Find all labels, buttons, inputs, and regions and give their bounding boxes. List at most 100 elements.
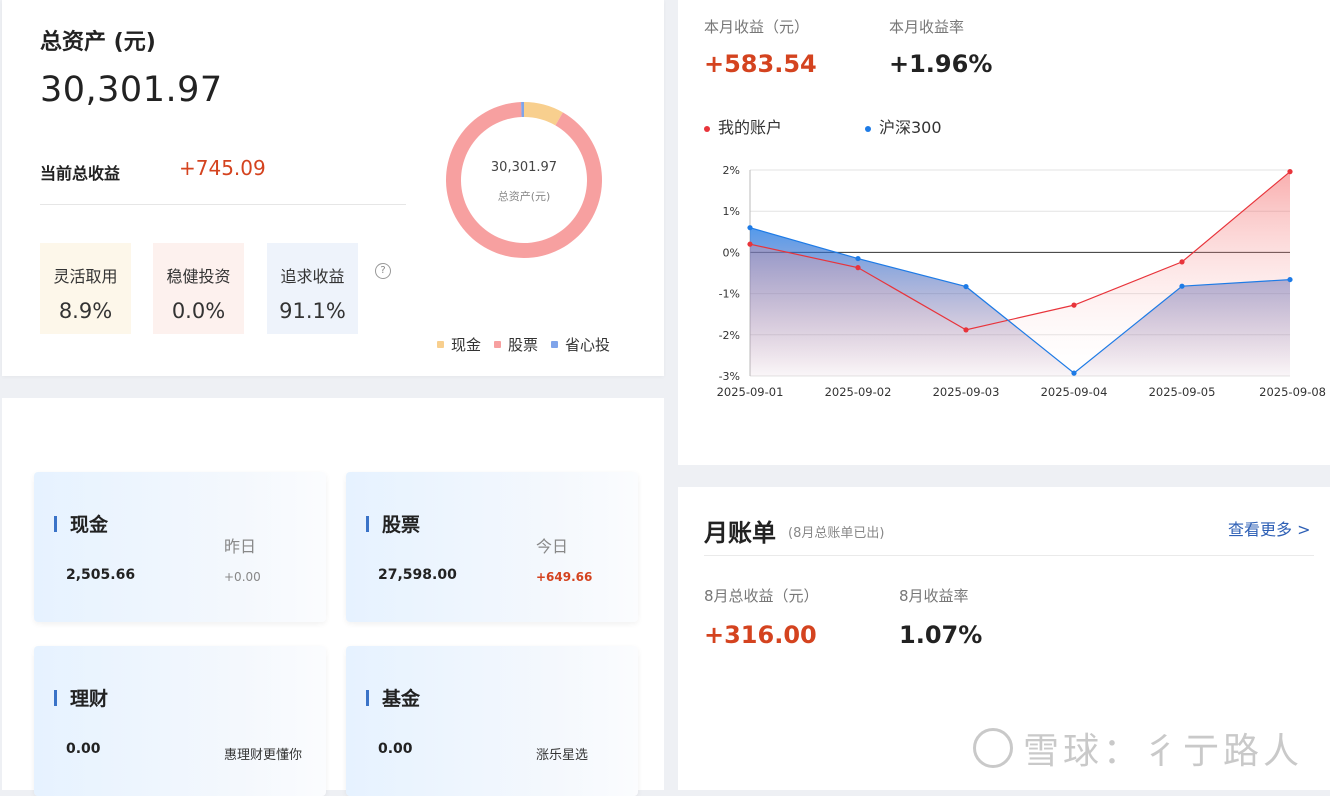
position-card-fund[interactable]: 基金 0.00 涨乐星选 bbox=[346, 646, 638, 796]
position-name: 理财 bbox=[70, 688, 109, 710]
position-name: 现金 bbox=[70, 514, 109, 536]
legend-swatch bbox=[551, 341, 558, 348]
data-point[interactable] bbox=[963, 327, 969, 333]
donut-slice-0 bbox=[524, 102, 563, 126]
donut-center-value: 30,301.97 bbox=[490, 160, 558, 175]
allocation-pct: 0.0% bbox=[171, 299, 226, 323]
month-income-value: +583.54 bbox=[704, 50, 817, 78]
legend-item-csi300[interactable]: 沪深300 bbox=[865, 114, 942, 138]
position-amount: 0.00 bbox=[66, 741, 101, 757]
legend-label: 我的账户 bbox=[718, 118, 783, 137]
legend-item-easy-invest: 省心投 bbox=[551, 334, 610, 355]
total-assets-card: 总资产 (元) 30,301.97 当前总收益 +745.09 灵活取用 8.9… bbox=[2, 0, 664, 376]
position-tag: 今日 bbox=[536, 537, 569, 556]
allocation-growth[interactable]: 追求收益 91.1% bbox=[267, 243, 358, 334]
bill-subtitle: (8月总账单已出) bbox=[788, 526, 885, 541]
series-area-0 bbox=[750, 171, 1290, 376]
position-name: 基金 bbox=[382, 688, 421, 710]
legend-label: 省心投 bbox=[565, 336, 611, 354]
help-icon[interactable]: ? bbox=[375, 263, 391, 279]
legend-label: 股票 bbox=[508, 336, 539, 354]
month-rate-label: 本月收益率 bbox=[889, 18, 965, 36]
position-card-cash[interactable]: 现金 昨日 2,505.66 +0.00 bbox=[34, 472, 326, 622]
allocation-name: 灵活取用 bbox=[53, 267, 118, 286]
accent-bar bbox=[366, 690, 369, 706]
bill-income-value: +316.00 bbox=[704, 621, 817, 649]
current-profit-value: +745.09 bbox=[179, 156, 266, 180]
y-tick-label: 1% bbox=[723, 205, 740, 218]
bill-income-label: 8月总收益（元） bbox=[704, 587, 819, 605]
legend-swatch bbox=[494, 341, 501, 348]
data-point[interactable] bbox=[1179, 283, 1185, 289]
total-assets-title: 总资产 (元) bbox=[40, 30, 156, 55]
allocation-steady[interactable]: 稳健投资 0.0% bbox=[153, 243, 244, 334]
bill-rate-label: 8月收益率 bbox=[899, 587, 969, 605]
data-point[interactable] bbox=[1179, 259, 1185, 265]
allocation-name: 追求收益 bbox=[280, 267, 345, 286]
watermark-logo-icon bbox=[973, 728, 1013, 768]
y-tick-label: -2% bbox=[719, 329, 740, 342]
position-card-wealth[interactable]: 理财 0.00 惠理财更懂你 bbox=[34, 646, 326, 796]
data-point[interactable] bbox=[1071, 370, 1077, 376]
position-name: 股票 bbox=[382, 514, 421, 536]
legend-dot bbox=[704, 125, 710, 132]
position-card-stock[interactable]: 股票 今日 27,598.00 +649.66 bbox=[346, 472, 638, 622]
monthly-performance-card: 本月收益（元） +583.54 本月收益率 +1.96% 我的账户 沪深300 … bbox=[678, 0, 1330, 465]
return-line-chart: 2% 1% 0% -1% -2% -3% 2025-09-01 2025-09-02 2025… bbox=[717, 164, 1326, 399]
allocation-pct: 8.9% bbox=[58, 299, 113, 323]
positions-card: 现金 昨日 2,505.66 +0.00 股票 今日 27,598.00 +64… bbox=[2, 398, 664, 796]
position-change: +0.00 bbox=[224, 570, 261, 584]
x-tick-label: 2025-09-08 bbox=[1259, 385, 1326, 399]
legend-item-stock: 股票 bbox=[494, 334, 538, 355]
data-point[interactable] bbox=[1071, 302, 1077, 308]
view-more-link[interactable]: 查看更多 > bbox=[1228, 516, 1311, 540]
data-point[interactable] bbox=[1287, 276, 1293, 283]
position-change: +649.66 bbox=[536, 570, 593, 584]
y-tick-label: -1% bbox=[719, 288, 740, 301]
position-note: 涨乐星选 bbox=[536, 748, 589, 763]
x-tick-label: 2025-09-02 bbox=[825, 385, 892, 399]
total-assets-value: 30,301.97 bbox=[40, 70, 223, 110]
accent-bar bbox=[54, 516, 57, 532]
data-point[interactable] bbox=[855, 265, 861, 271]
data-point[interactable] bbox=[747, 225, 753, 231]
asset-donut-chart bbox=[446, 102, 602, 258]
bill-title: 月账单 bbox=[704, 519, 776, 547]
position-amount: 27,598.00 bbox=[378, 567, 457, 583]
accent-bar bbox=[366, 516, 369, 532]
legend-item-my-account[interactable]: 我的账户 bbox=[704, 114, 782, 138]
divider bbox=[704, 555, 1314, 556]
current-profit-label: 当前总收益 bbox=[40, 164, 121, 183]
donut-slice-1 bbox=[446, 102, 602, 258]
position-amount: 2,505.66 bbox=[66, 567, 136, 583]
x-tick-label: 2025-09-03 bbox=[933, 385, 1000, 399]
position-tag: 昨日 bbox=[224, 537, 257, 556]
position-amount: 0.00 bbox=[378, 741, 413, 757]
allocation-flexible[interactable]: 灵活取用 8.9% bbox=[40, 243, 131, 334]
data-point[interactable] bbox=[963, 283, 969, 290]
legend-dot bbox=[865, 125, 871, 132]
legend-item-cash: 现金 bbox=[437, 334, 481, 355]
y-tick-label: 0% bbox=[723, 246, 740, 259]
data-point[interactable] bbox=[855, 255, 861, 262]
divider bbox=[40, 204, 406, 205]
watermark-text: 雪球：彳亍路人 bbox=[1023, 731, 1304, 772]
data-point[interactable] bbox=[747, 241, 753, 247]
bill-rate-value: 1.07% bbox=[899, 621, 983, 649]
accent-bar bbox=[54, 690, 57, 706]
legend-label: 沪深300 bbox=[879, 118, 942, 137]
legend-swatch bbox=[437, 341, 444, 348]
donut-center-label: 总资产(元) bbox=[497, 190, 551, 203]
month-income-label: 本月收益（元） bbox=[704, 18, 810, 36]
allocation-name: 稳健投资 bbox=[166, 267, 231, 286]
x-tick-label: 2025-09-01 bbox=[717, 385, 784, 399]
month-rate-value: +1.96% bbox=[889, 50, 993, 78]
x-tick-label: 2025-09-05 bbox=[1149, 385, 1216, 399]
x-tick-label: 2025-09-04 bbox=[1041, 385, 1108, 399]
allocation-pct: 91.1% bbox=[279, 299, 346, 323]
y-tick-label: 2% bbox=[723, 164, 740, 177]
data-point[interactable] bbox=[1287, 169, 1293, 175]
position-note: 惠理财更懂你 bbox=[224, 748, 303, 763]
legend-label: 现金 bbox=[451, 336, 482, 354]
y-tick-label: -3% bbox=[719, 370, 740, 383]
